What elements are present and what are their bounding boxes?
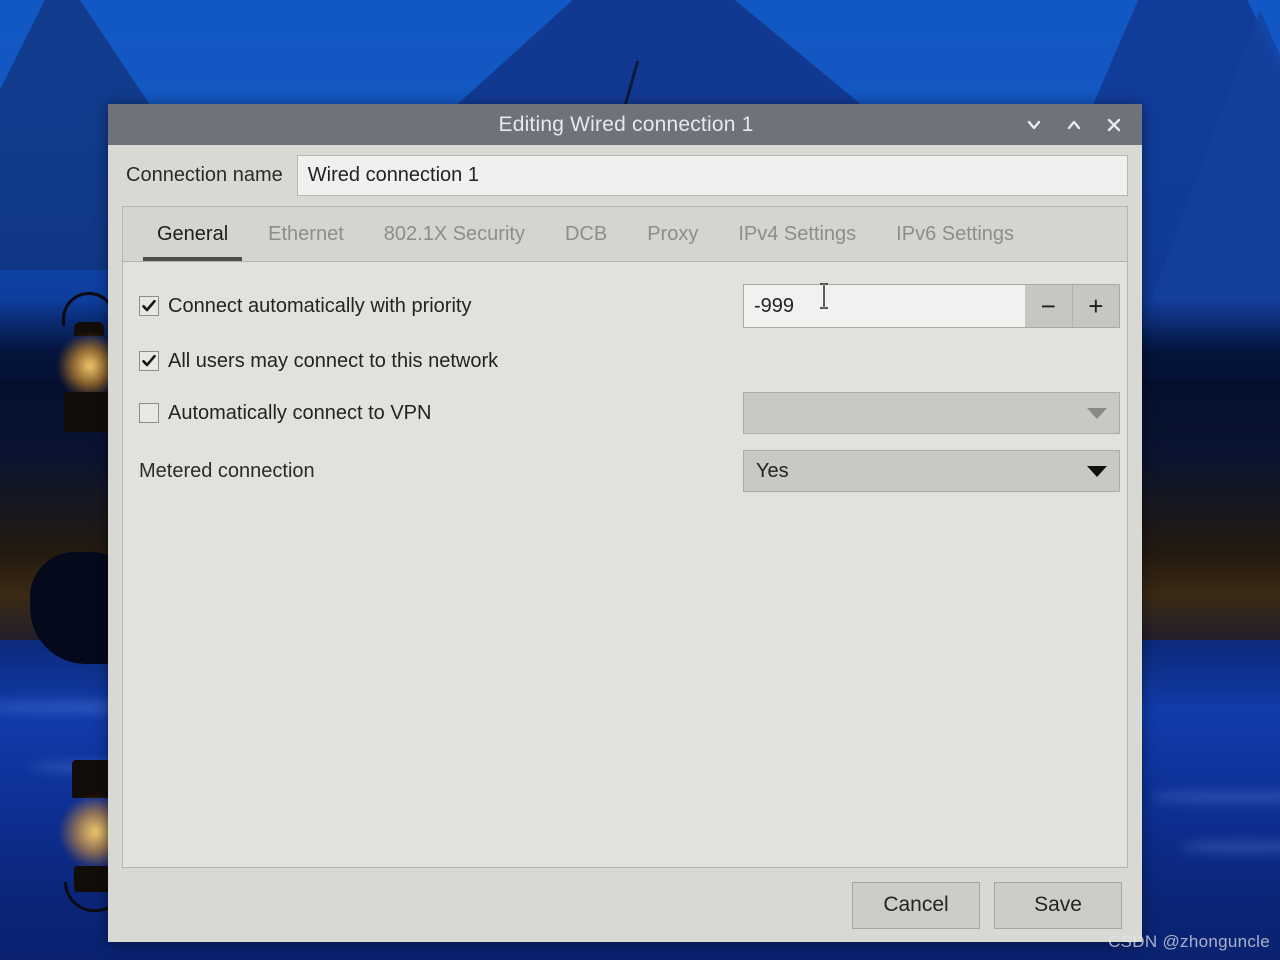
tab-dcb[interactable]: DCB — [545, 207, 627, 261]
window-controls — [1024, 115, 1142, 135]
row-connect-automatically: Connect automatically with priority − + — [139, 284, 1120, 328]
vpn-combobox[interactable] — [743, 392, 1120, 434]
wallpaper-mountain-far-right — [1140, 10, 1280, 330]
connection-name-label: Connection name — [126, 164, 283, 186]
auto-vpn-checkbox[interactable]: Automatically connect to VPN — [139, 402, 431, 425]
tab-8021x-security[interactable]: 802.1X Security — [364, 207, 545, 261]
check-icon — [142, 354, 156, 367]
priority-spinbutton[interactable]: − + — [743, 284, 1120, 328]
check-icon — [142, 299, 156, 312]
checkbox-label: Connect automatically with priority — [168, 294, 472, 317]
tab-label: Ethernet — [268, 222, 344, 245]
metered-connection-label: Metered connection — [139, 459, 315, 482]
tab-bar: General Ethernet 802.1X Security DCB Pro… — [123, 207, 1127, 261]
cancel-button[interactable]: Cancel — [852, 881, 980, 929]
row-all-users: All users may connect to this network — [139, 344, 1111, 378]
save-button[interactable]: Save — [994, 881, 1122, 929]
tab-label: IPv4 Settings — [738, 222, 857, 245]
tab-ipv4-settings[interactable]: IPv4 Settings — [718, 207, 876, 261]
priority-increment-button[interactable]: + — [1071, 285, 1119, 327]
priority-input[interactable] — [744, 285, 1025, 327]
checkbox-box — [139, 296, 159, 316]
maximize-icon[interactable] — [1064, 115, 1084, 135]
edit-connection-dialog: Editing Wired connection 1 Connection na… — [108, 104, 1142, 942]
connection-name-row: Connection name — [108, 145, 1142, 204]
metered-combobox[interactable]: Yes — [743, 450, 1120, 492]
settings-notebook: General Ethernet 802.1X Security DCB Pro… — [122, 206, 1128, 261]
tab-label: DCB — [564, 222, 608, 245]
tab-label: Proxy — [647, 222, 699, 245]
tab-ethernet[interactable]: Ethernet — [248, 207, 364, 261]
dialog-footer: Cancel Save — [108, 868, 1142, 942]
chevron-down-icon — [1087, 465, 1107, 477]
tab-general[interactable]: General — [137, 207, 248, 261]
window-title: Editing Wired connection 1 — [498, 112, 754, 136]
tab-label: 802.1X Security — [383, 222, 525, 245]
wallpaper-mountain-center — [440, 0, 880, 120]
tab-proxy[interactable]: Proxy — [627, 207, 718, 261]
window-titlebar[interactable]: Editing Wired connection 1 — [108, 104, 1142, 145]
tab-label: IPv6 Settings — [896, 222, 1015, 245]
checkbox-box — [139, 403, 159, 423]
connect-automatically-checkbox[interactable]: Connect automatically with priority — [139, 295, 471, 318]
tab-ipv6-settings[interactable]: IPv6 Settings — [876, 207, 1034, 261]
row-auto-vpn: Automatically connect to VPN — [139, 392, 1120, 434]
connection-name-input[interactable] — [296, 155, 1128, 196]
desktop-wallpaper: Editing Wired connection 1 Connection na… — [0, 0, 1280, 960]
tab-label: General — [157, 222, 229, 245]
checkbox-box — [139, 351, 159, 371]
priority-decrement-button[interactable]: − — [1024, 285, 1072, 327]
checkbox-label: All users may connect to this network — [168, 349, 499, 372]
watermark-text: CSDN @zhonguncle — [1108, 932, 1270, 951]
general-tab-panel: Connect automatically with priority − + — [122, 261, 1128, 868]
row-metered-connection: Metered connection Yes — [139, 450, 1120, 492]
checkbox-label: Automatically connect to VPN — [168, 401, 432, 424]
all-users-checkbox[interactable]: All users may connect to this network — [139, 350, 498, 373]
chevron-down-icon — [1087, 407, 1107, 419]
minimize-icon[interactable] — [1024, 115, 1044, 135]
close-icon[interactable] — [1104, 115, 1124, 135]
metered-combobox-value: Yes — [756, 459, 789, 482]
